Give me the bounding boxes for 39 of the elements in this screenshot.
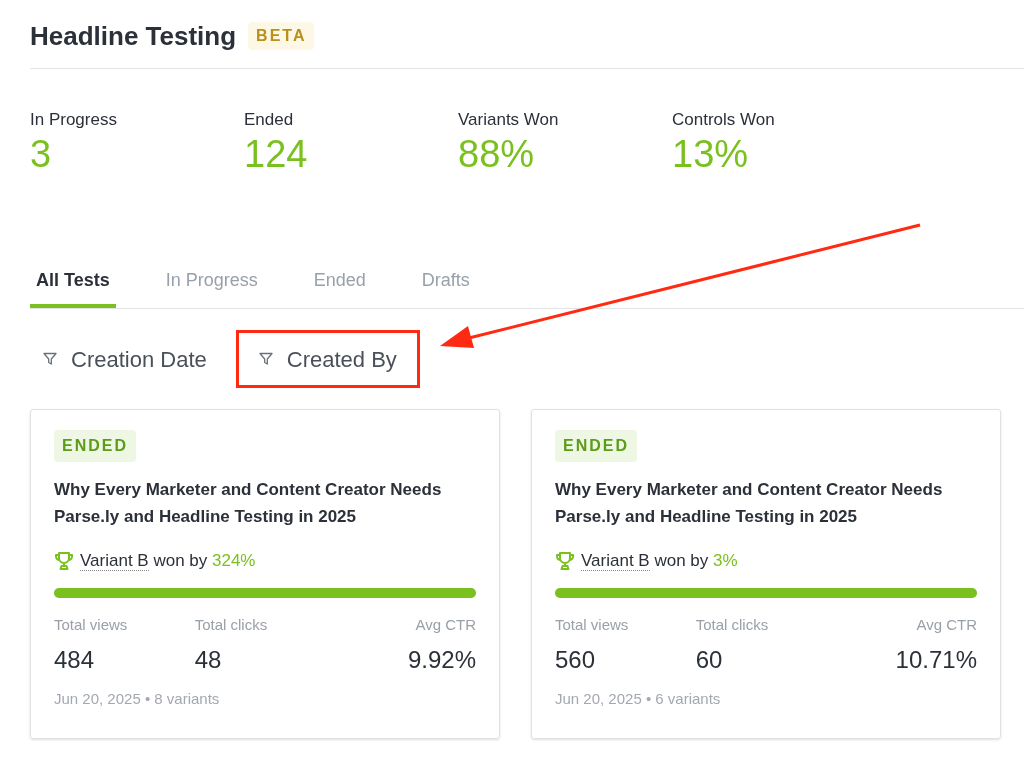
status-tag: ENDED bbox=[555, 430, 637, 462]
metric-value: 48 bbox=[194, 645, 222, 675]
card-footer: Jun 20, 2025 • 8 variants bbox=[54, 688, 476, 711]
tab[interactable]: All Tests bbox=[30, 257, 116, 308]
card-footer: Jun 20, 2025 • 6 variants bbox=[555, 688, 977, 711]
test-card[interactable]: ENDED Why Every Marketer and Content Creator Needs Parse.ly and Headline Testing in 2025 Variant B won by 3% Total views 560 Total clicks 60 Avg CTR 10.71% Jun 20, 2025 • 6 variants bbox=[531, 409, 1001, 739]
stat-value: 124 bbox=[244, 132, 308, 177]
metric-value: 484 bbox=[54, 645, 95, 675]
filter-icon bbox=[258, 352, 273, 366]
metric-label: Total clicks bbox=[194, 614, 268, 635]
metric-label: Avg CTR bbox=[916, 614, 977, 635]
headline: Why Every Marketer and Content Creator Needs Parse.ly and Headline Testing in 2025 bbox=[54, 479, 443, 528]
trophy-icon bbox=[555, 550, 575, 571]
beta-badge: BETA bbox=[248, 22, 315, 50]
metric-label: Total views bbox=[54, 614, 128, 635]
filter-button[interactable]: Created By bbox=[235, 330, 420, 388]
status-tag: ENDED bbox=[54, 430, 136, 462]
stat-label: Variants Won bbox=[458, 109, 559, 131]
stat-value: 88% bbox=[458, 132, 535, 177]
metric-label: Total clicks bbox=[695, 614, 769, 635]
stat-value: 3 bbox=[30, 132, 52, 177]
metric-value: 60 bbox=[695, 645, 723, 675]
trophy-icon bbox=[54, 550, 74, 571]
metric-value: 560 bbox=[555, 645, 596, 675]
metric-label: Avg CTR bbox=[415, 614, 476, 635]
headline: Why Every Marketer and Content Creator Needs Parse.ly and Headline Testing in 2025 bbox=[555, 479, 944, 528]
page-title: Headline Testing bbox=[30, 19, 237, 53]
winner-text: Variant B won by 3% bbox=[581, 550, 738, 573]
stat-value: 13% bbox=[672, 132, 749, 177]
filter-icon bbox=[43, 352, 57, 366]
test-card[interactable]: ENDED Why Every Marketer and Content Creator Needs Parse.ly and Headline Testing in 2025 Variant B won by 324% Total views 484 Total clicks 48 Avg CTR 9.92% Jun 20, 2025 • 8 variants bbox=[30, 409, 500, 739]
metric-value: 9.92% bbox=[407, 645, 476, 675]
stat-label: Controls Won bbox=[672, 109, 775, 131]
stat-label: Ended bbox=[244, 109, 294, 131]
metric-label: Total views bbox=[555, 614, 629, 635]
filter-button[interactable]: Creation Date bbox=[30, 330, 220, 388]
stat-label: In Progress bbox=[30, 109, 117, 131]
metric-value: 10.71% bbox=[895, 645, 977, 675]
winner-text: Variant B won by 324% bbox=[80, 550, 256, 573]
